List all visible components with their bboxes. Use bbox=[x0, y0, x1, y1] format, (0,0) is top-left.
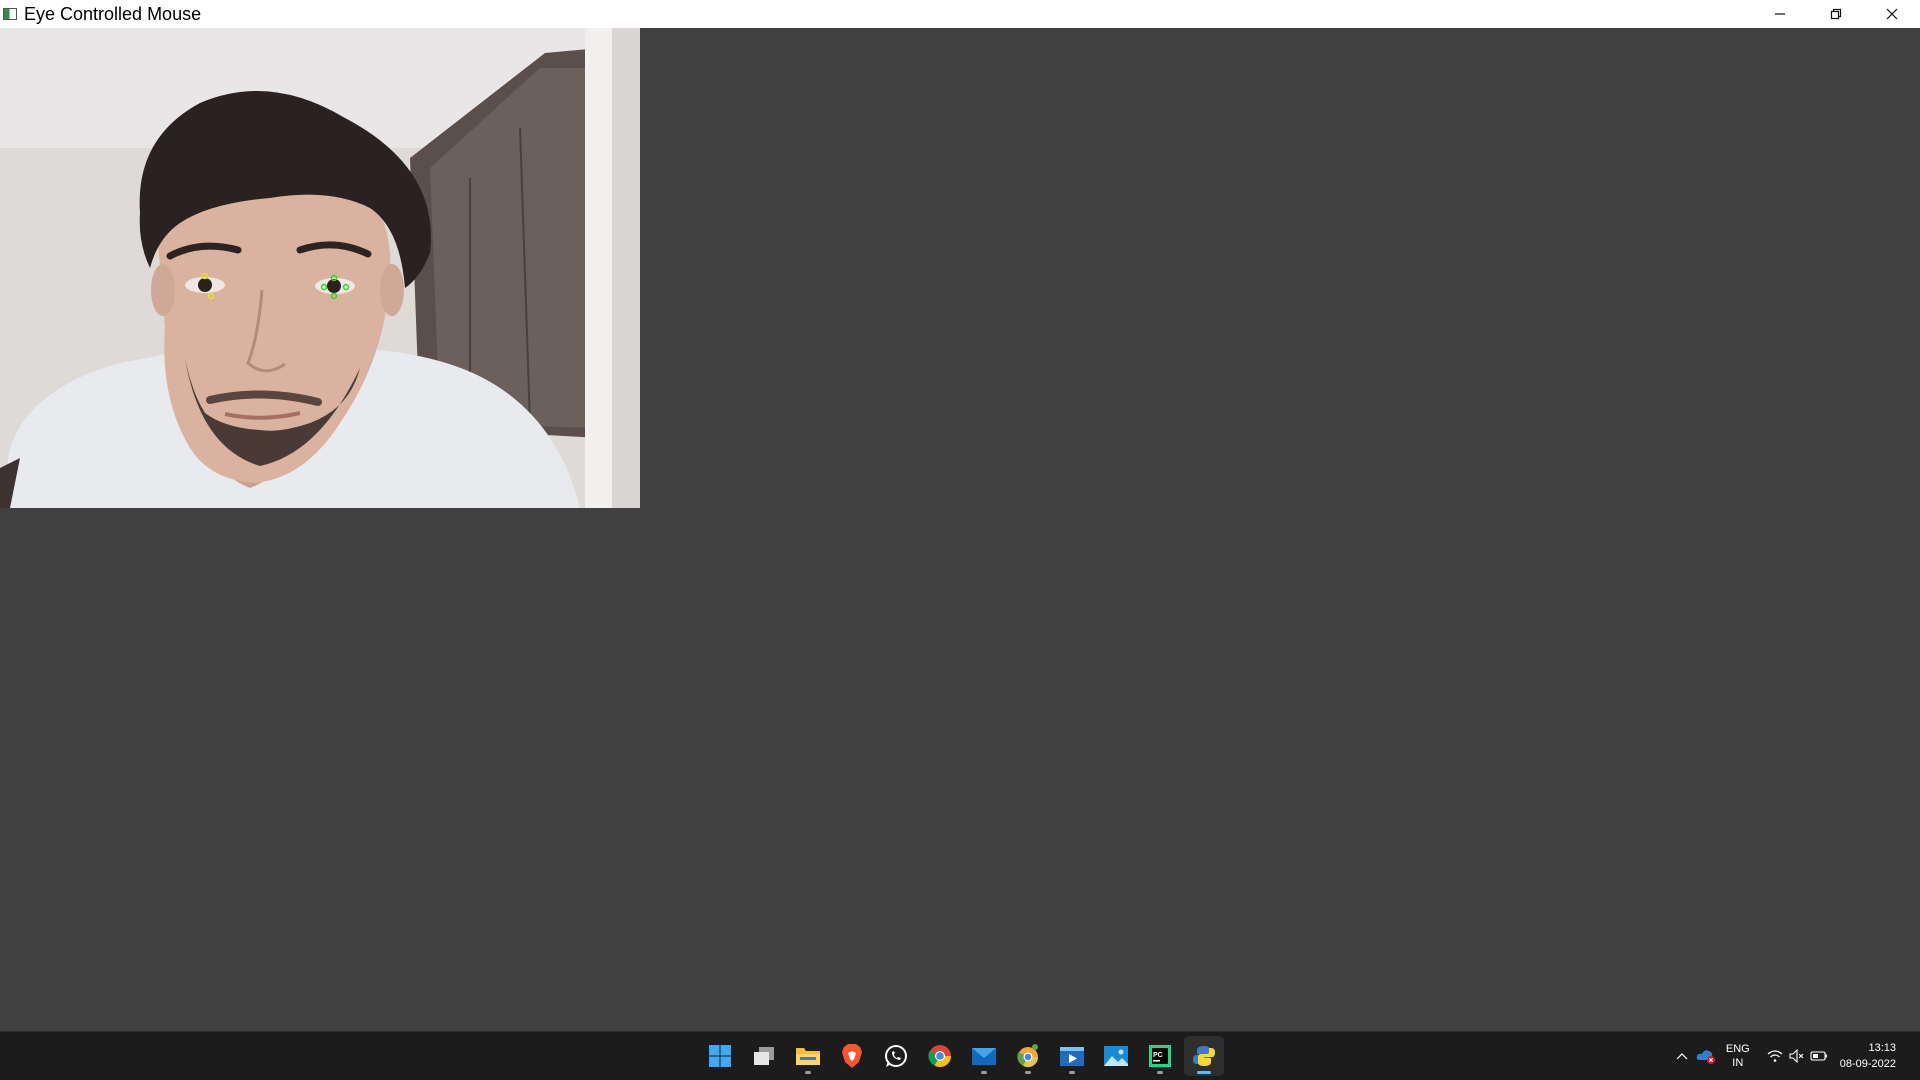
webcam-frame-image bbox=[0, 28, 640, 508]
taskbar-mail[interactable] bbox=[964, 1036, 1004, 1076]
python-icon bbox=[1193, 1046, 1215, 1066]
window-title-bar[interactable]: Eye Controlled Mouse bbox=[0, 0, 1920, 28]
close-icon bbox=[1886, 8, 1898, 20]
taskbar-apps: PC bbox=[698, 1032, 1226, 1080]
language-code: ENG bbox=[1725, 1043, 1750, 1055]
onedrive-error-icon bbox=[1696, 1050, 1715, 1064]
app-window-icon bbox=[3, 8, 17, 20]
svg-text:PC: PC bbox=[1153, 1052, 1163, 1059]
taskbar-brave[interactable] bbox=[832, 1036, 872, 1076]
video-editor-icon bbox=[1060, 1047, 1084, 1066]
taskbar: PC ENG IN 13:13 08-09-2022 bbox=[0, 1031, 1920, 1080]
taskbar-clock[interactable]: 13:13 08-09-2022 bbox=[1840, 1040, 1896, 1072]
system-tray: ENG IN 13:13 08-09-2022 bbox=[1670, 1032, 1920, 1080]
mail-icon bbox=[972, 1048, 996, 1065]
clock-date: 08-09-2022 bbox=[1839, 1058, 1896, 1070]
whatsapp-icon bbox=[885, 1045, 907, 1067]
running-indicator bbox=[1197, 1071, 1211, 1074]
close-button[interactable] bbox=[1864, 0, 1920, 28]
window-client-area bbox=[0, 28, 1920, 1031]
show-hidden-icons-button[interactable] bbox=[1670, 1036, 1694, 1076]
window-title: Eye Controlled Mouse bbox=[24, 3, 202, 24]
windows-start-icon bbox=[709, 1045, 731, 1067]
pycharm-icon: PC bbox=[1149, 1045, 1171, 1067]
file-explorer-icon bbox=[796, 1048, 820, 1065]
wifi-icon bbox=[1767, 1050, 1783, 1062]
taskbar-whatsapp[interactable] bbox=[876, 1036, 916, 1076]
photos-icon bbox=[1104, 1046, 1128, 1066]
taskbar-file-explorer[interactable] bbox=[788, 1036, 828, 1076]
taskbar-video-editor[interactable] bbox=[1052, 1036, 1092, 1076]
taskbar-chrome-canary[interactable] bbox=[1008, 1036, 1048, 1076]
minimize-button[interactable] bbox=[1752, 0, 1808, 28]
restore-button[interactable] bbox=[1808, 0, 1864, 28]
task-view-icon bbox=[754, 1047, 774, 1065]
battery-charging-icon bbox=[1810, 1051, 1827, 1061]
running-indicator bbox=[805, 1071, 811, 1074]
taskbar-pycharm[interactable]: PC bbox=[1140, 1036, 1180, 1076]
brave-icon bbox=[842, 1044, 862, 1068]
chrome-canary-icon bbox=[1017, 1044, 1039, 1068]
onedrive-status[interactable] bbox=[1694, 1036, 1718, 1076]
chevron-up-icon bbox=[1676, 1053, 1688, 1060]
minimize-icon bbox=[1775, 13, 1785, 15]
running-indicator bbox=[1157, 1071, 1163, 1074]
wifi-status[interactable] bbox=[1764, 1036, 1786, 1076]
region-code: IN bbox=[1732, 1057, 1744, 1069]
running-indicator bbox=[1069, 1071, 1075, 1074]
running-indicator bbox=[981, 1071, 987, 1074]
battery-status[interactable] bbox=[1808, 1036, 1830, 1076]
webcam-feed bbox=[0, 28, 640, 508]
volume-status[interactable] bbox=[1786, 1036, 1808, 1076]
running-indicator bbox=[1025, 1071, 1031, 1074]
taskbar-photos[interactable] bbox=[1096, 1036, 1136, 1076]
window-controls bbox=[1752, 0, 1920, 28]
task-view-button[interactable] bbox=[744, 1036, 784, 1076]
volume-muted-icon bbox=[1789, 1049, 1804, 1063]
restore-icon bbox=[1830, 8, 1842, 20]
taskbar-chrome[interactable] bbox=[920, 1036, 960, 1076]
chrome-icon bbox=[928, 1045, 951, 1067]
language-indicator[interactable]: ENG IN bbox=[1726, 1042, 1750, 1070]
taskbar-python[interactable] bbox=[1184, 1036, 1224, 1076]
start-button[interactable] bbox=[700, 1036, 740, 1076]
clock-time: 13:13 bbox=[1868, 1042, 1896, 1054]
